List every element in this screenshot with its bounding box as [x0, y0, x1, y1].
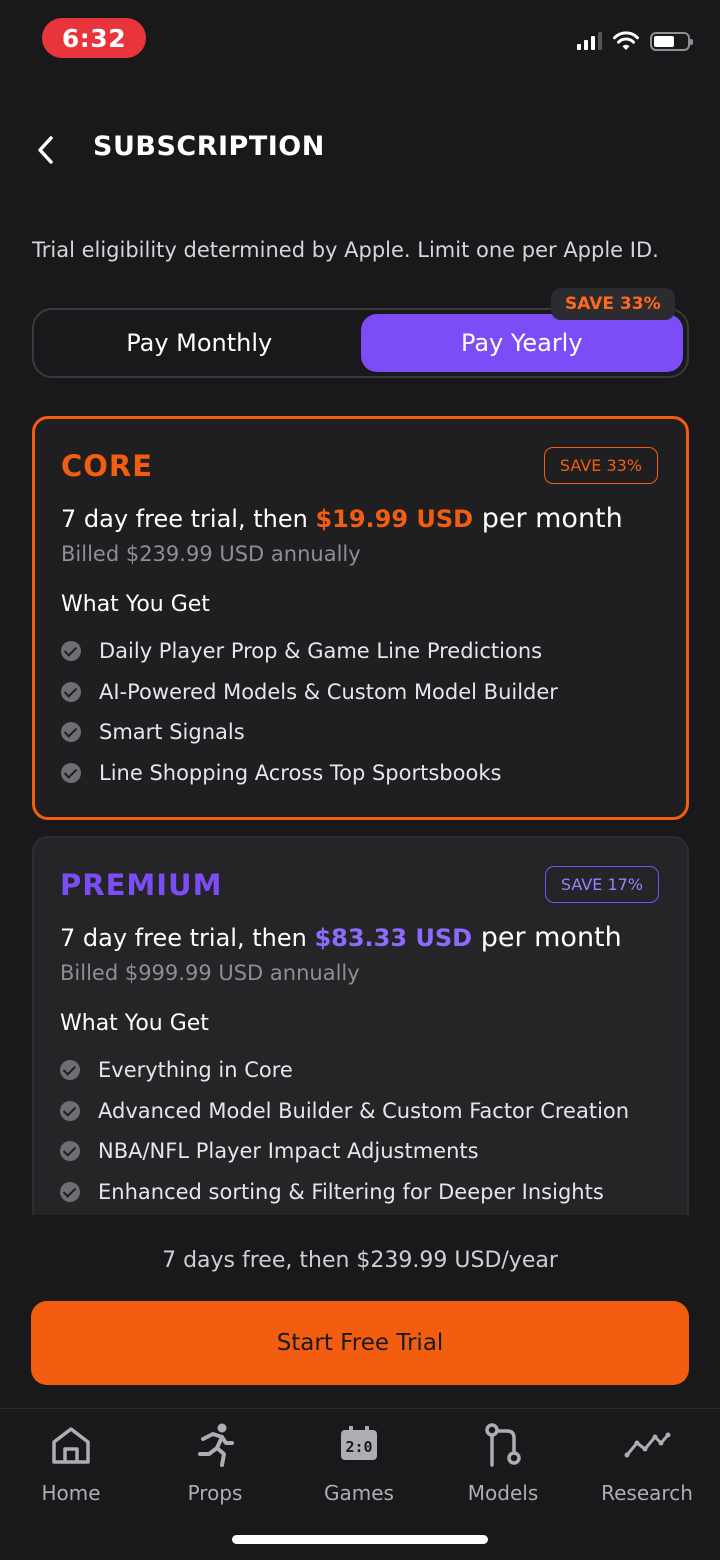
pay-monthly-option[interactable]: Pay Monthly [38, 314, 361, 372]
tab-label: Props [187, 1481, 243, 1505]
status-icons [577, 30, 693, 52]
feature-text: Line Shopping Across Top Sportsbooks [99, 760, 502, 785]
feature-item: NBA/NFL Player Impact Adjustments [60, 1131, 661, 1172]
features-title: What You Get [60, 1011, 209, 1036]
plan-billed-text: Billed $239.99 USD annually [61, 542, 361, 566]
trial-summary: 7 days free, then $239.99 USD/year [162, 1248, 558, 1273]
check-circle-icon [61, 722, 81, 743]
check-circle-icon [60, 1181, 80, 1202]
plan-save-badge: SAVE 17% [544, 866, 659, 903]
tab-props[interactable]: Props [155, 1421, 275, 1505]
git-branch-icon [485, 1423, 521, 1467]
feature-item: Line Shopping Across Top Sportsbooks [61, 753, 660, 794]
tab-label: Games [324, 1481, 394, 1505]
tab-label: Research [601, 1481, 693, 1505]
running-person-icon [198, 1423, 234, 1467]
tab-label: Models [467, 1481, 539, 1505]
feature-item: Everything in Core [60, 1050, 661, 1091]
check-circle-icon [60, 1060, 80, 1081]
tab-home[interactable]: Home [11, 1421, 131, 1505]
battery-icon [650, 31, 693, 51]
check-circle-icon [60, 1100, 80, 1121]
price-prefix: 7 day free trial, then [60, 924, 315, 952]
feature-text: Enhanced sorting & Filtering for Deeper … [98, 1179, 604, 1204]
tab-research[interactable]: Research [587, 1421, 707, 1505]
feature-text: NBA/NFL Player Impact Adjustments [98, 1139, 479, 1164]
feature-list: Daily Player Prop & Game Line Prediction… [61, 631, 660, 793]
feature-item: Advanced Model Builder & Custom Factor C… [60, 1091, 661, 1132]
feature-text: Daily Player Prop & Game Line Prediction… [99, 639, 543, 664]
tab-label: Home [41, 1481, 101, 1505]
feature-item: Smart Signals [61, 712, 660, 753]
plan-price: $83.33 USD [314, 924, 473, 952]
price-suffix: per month [473, 503, 623, 534]
trial-notice: Trial eligibility determined by Apple. L… [32, 238, 659, 262]
check-circle-icon [60, 1141, 80, 1162]
feature-item: AI-Powered Models & Custom Model Builder [61, 672, 660, 713]
scoreboard-icon: 2:0 [341, 1426, 377, 1460]
check-circle-icon [61, 762, 81, 783]
feature-text: Smart Signals [99, 720, 245, 745]
feature-text: AI-Powered Models & Custom Model Builder [99, 679, 558, 704]
plan-card-core[interactable]: CORE SAVE 33% 7 day free trial, then $19… [32, 416, 689, 820]
features-title: What You Get [61, 592, 210, 617]
svg-text:2:0: 2:0 [345, 1438, 372, 1456]
feature-text: Everything in Core [98, 1058, 293, 1083]
plan-save-badge: SAVE 33% [543, 447, 658, 484]
tab-games[interactable]: 2:0 Games [299, 1421, 419, 1505]
home-icon [52, 1427, 90, 1464]
price-suffix: per month [472, 922, 622, 953]
plans-scroll-area[interactable]: CORE SAVE 33% 7 day free trial, then $19… [0, 410, 720, 1215]
plan-price-line: 7 day free trial, then $83.33 USD per mo… [60, 922, 661, 953]
plan-billed-text: Billed $999.99 USD annually [60, 961, 360, 985]
status-time: 6:32 [42, 18, 146, 58]
tab-models[interactable]: Models [443, 1421, 563, 1505]
cellular-signal-icon [577, 32, 602, 50]
start-free-trial-button[interactable]: Start Free Trial [31, 1301, 689, 1385]
feature-item: Enhanced sorting & Filtering for Deeper … [60, 1172, 661, 1213]
trend-line-icon [624, 1432, 671, 1458]
yearly-save-tag: SAVE 33% [551, 288, 675, 320]
home-indicator [232, 1535, 488, 1544]
plan-price: $19.99 USD [315, 505, 474, 533]
page-title: SUBSCRIPTION [93, 131, 325, 162]
check-circle-icon [61, 681, 81, 702]
price-prefix: 7 day free trial, then [61, 505, 316, 533]
feature-text: Advanced Model Builder & Custom Factor C… [98, 1098, 630, 1123]
plan-card-premium[interactable]: PREMIUM SAVE 17% 7 day free trial, then … [32, 836, 689, 1215]
chevron-left-icon [38, 136, 53, 164]
pay-yearly-option[interactable]: Pay Yearly [360, 314, 683, 372]
check-circle-icon [61, 641, 81, 662]
feature-item: Daily Player Prop & Game Line Prediction… [61, 631, 660, 672]
feature-list: Everything in Core Advanced Model Builde… [60, 1050, 661, 1212]
wifi-icon [613, 31, 639, 50]
back-button[interactable] [36, 130, 66, 170]
plan-price-line: 7 day free trial, then $19.99 USD per mo… [61, 503, 660, 534]
